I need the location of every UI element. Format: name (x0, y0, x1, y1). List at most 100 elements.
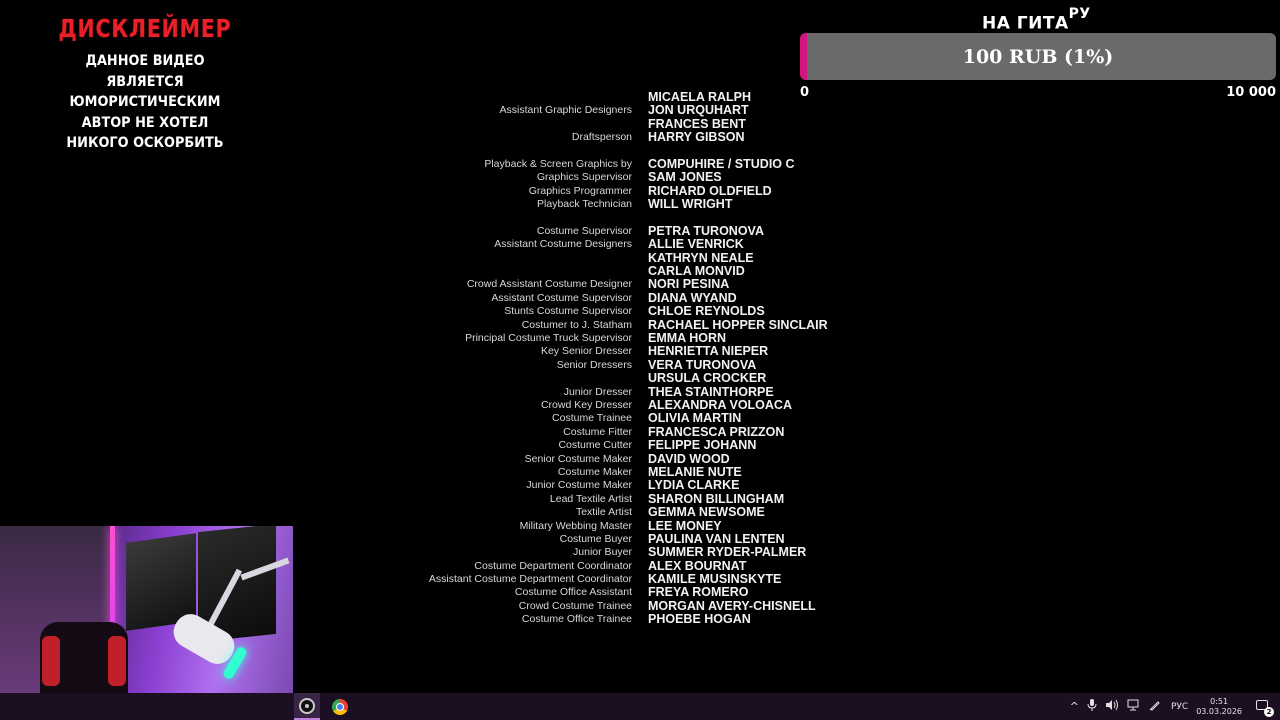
credit-role: Costume Department Coordinator (474, 559, 632, 572)
credit-role: Assistant Costume Designers (494, 238, 632, 251)
credit-name: DAVID WOOD (648, 451, 730, 466)
credit-name: WILL WRIGHT (648, 197, 733, 212)
credit-role: Principal Costume Truck Supervisor (465, 332, 632, 345)
credit-name: MICAELA RALPH (648, 90, 752, 104)
credit-row: Costumer to J. Statham RACHAEL HOPPER SIN… (0, 317, 1280, 332)
credit-name: PAULINA VAN LENTEN (648, 531, 785, 546)
language-indicator[interactable]: РУС (1171, 702, 1188, 712)
credit-row: URSULA CROCKER (0, 371, 1280, 386)
credit-role: Junior Dresser (563, 385, 632, 398)
credit-role: Assistant Graphic Designers (499, 104, 632, 117)
credit-name: MORGAN AVERY-CHISNELL (648, 598, 816, 613)
credit-name: HARRY GIBSON (648, 130, 745, 145)
credit-role: Playback & Screen Graphics by (484, 157, 632, 170)
credit-row: Key Senior Dresser HENRIETTA NIEPER (0, 344, 1280, 359)
credit-row: Lead Textile Artist SHARON BILLINGHAM (0, 491, 1280, 506)
disclaimer-title: ДИСКЛЕЙМЕР (58, 14, 232, 43)
credit-role: Junior Buyer (573, 546, 632, 559)
webcam-chair-accent (108, 636, 126, 686)
credit-name: PHOEBE HOGAN (648, 612, 751, 627)
credit-name: CHLOE REYNOLDS (648, 304, 765, 319)
credit-name: SAM JONES (648, 170, 722, 185)
credit-name: COMPUHIRE / STUDIO C (648, 156, 795, 171)
credit-name: MELANIE NUTE (648, 464, 742, 479)
credit-role: Senior Dressers (556, 358, 632, 371)
credit-name: RACHAEL HOPPER SINCLAIR (648, 317, 828, 332)
obs-icon (299, 697, 315, 714)
disclaimer-line: ДАННОЕ ВИДЕО (85, 53, 205, 69)
credit-row: Principal Costume Truck Supervisor EMMA H… (0, 331, 1280, 346)
webcam-feed (0, 526, 293, 693)
credit-name: HENRIETTA NIEPER (648, 344, 769, 359)
credit-role: Graphics Supervisor (536, 171, 632, 184)
credit-row: Draftsperson HARRY GIBSON (0, 130, 1280, 145)
credit-row: FRANCES BENT (0, 116, 1280, 131)
credit-name: VERA TURONOVA (648, 357, 757, 372)
credit-gap (0, 211, 1280, 224)
network-icon[interactable] (1127, 699, 1141, 714)
credit-name: KAMILE MUSINSKYTE (648, 572, 782, 587)
credit-name: LYDIA CLARKE (648, 478, 740, 493)
taskbar-app-obs[interactable] (294, 693, 320, 720)
credit-role: Costume Trainee (552, 412, 632, 425)
clock-date: 03.03.2026 (1196, 706, 1242, 716)
chevron-up-icon[interactable]: ^ (1070, 700, 1079, 713)
credit-role: Assistant Costume Department Coordinator (428, 573, 632, 586)
credit-row: Assistant Graphic Designers JON URQUHART (0, 103, 1280, 117)
notification-badge: 2 (1264, 706, 1274, 717)
credit-role: Stunts Costume Supervisor (504, 305, 632, 318)
credit-row: Senior Costume Maker DAVID WOOD (0, 451, 1280, 466)
credit-row: Assistant Costume Designers ALLIE VENRICK (0, 237, 1280, 251)
credit-name: URSULA CROCKER (648, 371, 767, 386)
donation-goal-progress-text: 100 RUB (1%) (962, 45, 1114, 68)
credit-row: KATHRYN NEALE (0, 250, 1280, 265)
credit-name: GEMMA NEWSOME (648, 505, 765, 520)
credit-name: SHARON BILLINGHAM (648, 491, 785, 506)
credit-role: Costume Fitter (563, 425, 632, 438)
donation-goal-title: НА ГИТАРУ (982, 6, 1091, 34)
credit-role: Costume Supervisor (536, 224, 632, 237)
webcam-chair-accent (42, 636, 60, 686)
credit-row: Crowd Assistant Costume Designer NORI PES… (0, 277, 1280, 291)
credit-name: CARLA MONVID (648, 264, 745, 279)
credit-role: Key Senior Dresser (540, 345, 632, 358)
credit-role: Textile Artist (575, 506, 632, 519)
clock[interactable]: 0:51 03.03.2026 (1196, 697, 1242, 717)
credit-role: Costume Buyer (559, 532, 632, 545)
credit-gap (0, 144, 1280, 157)
credit-role: Crowd Costume Trainee (518, 599, 632, 612)
chrome-icon (332, 698, 348, 715)
credit-role: Graphics Programmer (528, 184, 632, 197)
credit-role: Senior Costume Maker (524, 452, 632, 465)
credit-name: ALEX BOURNAT (648, 558, 747, 573)
credit-row: CARLA MONVID (0, 264, 1280, 279)
credit-name: EMMA HORN (648, 331, 727, 346)
credit-role: Costumer to J. Statham (521, 318, 632, 331)
credit-row: Playback Technician WILL WRIGHT (0, 197, 1280, 212)
volume-icon[interactable] (1105, 699, 1119, 714)
credit-name: ALEXANDRA VOLOACA (648, 397, 792, 412)
credit-row: Graphics Supervisor SAM JONES (0, 170, 1280, 185)
system-tray: ^ РУС 0:51 03.03.2026 2 (1066, 693, 1280, 720)
credit-role: Costume Office Assistant (514, 586, 632, 599)
credit-name: SUMMER RYDER-PALMER (648, 545, 807, 560)
microphone-icon[interactable] (1087, 699, 1097, 714)
credit-role: Lead Textile Artist (549, 492, 632, 505)
credit-name: KATHRYN NEALE (648, 250, 754, 265)
credit-name: LEE MONEY (648, 518, 722, 533)
credit-row: Costume Trainee OLIVIA MARTIN (0, 411, 1280, 425)
credit-role: Costume Maker (557, 465, 632, 478)
pen-icon[interactable] (1149, 699, 1161, 714)
taskbar: ^ РУС 0:51 03.03.2026 2 (0, 693, 1280, 720)
credit-role: Costume Cutter (558, 439, 632, 452)
credit-name: RICHARD OLDFIELD (648, 183, 772, 198)
notifications-icon[interactable]: 2 (1256, 699, 1274, 717)
credit-row: Costume Supervisor PETRA TURONOVA (0, 224, 1280, 238)
credit-role: Crowd Key Dresser (540, 398, 632, 411)
credit-row: Textile Artist GEMMA NEWSOME (0, 505, 1280, 520)
credit-row: Costume Maker MELANIE NUTE (0, 464, 1280, 479)
credit-row: Senior Dressers VERA TURONOVA (0, 357, 1280, 372)
taskbar-app-chrome[interactable] (327, 693, 353, 720)
credit-name: FRANCES BENT (648, 116, 746, 131)
credit-name: THEA STAINTHORPE (648, 384, 774, 399)
